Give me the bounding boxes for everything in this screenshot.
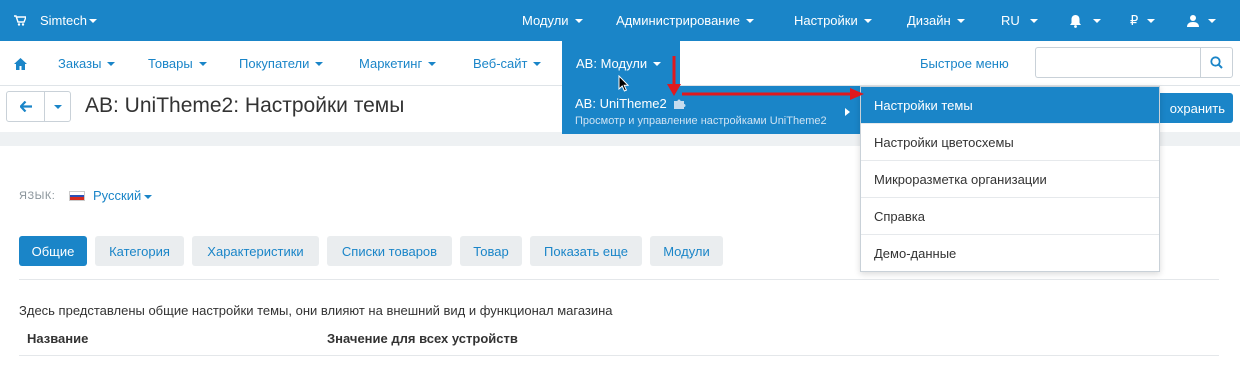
submenu-demo-data[interactable]: Демо-данные (861, 235, 1159, 272)
currency-menu[interactable]: ₽ (1130, 0, 1156, 41)
chevron-down-icon (1208, 18, 1216, 23)
chevron-down-icon (428, 61, 437, 66)
nav-marketing-label: Маркетинг (359, 56, 423, 71)
unitheme-submenu: Настройки темы Настройки цветосхемы Микр… (860, 86, 1160, 272)
tab-modules[interactable]: Модули (650, 236, 723, 266)
tab-product-lists[interactable]: Списки товаров (327, 236, 452, 266)
tab-show-more[interactable]: Показать еще (530, 236, 642, 266)
top-bar: Simtech Модули Администрирование Настрой… (0, 0, 1240, 41)
chevron-down-icon (53, 104, 62, 109)
menu-modules[interactable]: Модули (522, 0, 583, 41)
tab-product[interactable]: Товар (460, 236, 522, 266)
store-name: Simtech (40, 13, 87, 28)
mouse-cursor-icon (618, 75, 630, 92)
chevron-down-icon (107, 61, 116, 66)
nav-marketing[interactable]: Маркетинг (359, 41, 437, 86)
home-icon (14, 57, 27, 70)
russia-flag-icon (69, 191, 85, 201)
chevron-down-icon (88, 18, 97, 23)
addon-name: AB: UniTheme2 (575, 96, 667, 111)
nav-website[interactable]: Веб-сайт (473, 41, 542, 86)
menu-administration[interactable]: Администрирование (616, 0, 754, 41)
chevron-down-icon (745, 18, 754, 23)
chevron-down-icon (533, 61, 542, 66)
search-icon (1210, 56, 1223, 69)
home-link[interactable] (14, 41, 27, 86)
submenu-org-microdata[interactable]: Микроразметка организации (861, 161, 1159, 198)
store-icon[interactable] (14, 0, 26, 41)
nav-orders-label: Заказы (58, 56, 102, 71)
tab-category[interactable]: Категория (95, 236, 184, 266)
submenu-theme-settings[interactable]: Настройки темы (861, 87, 1159, 124)
chevron-down-icon (1147, 18, 1156, 23)
notifications-menu[interactable] (1069, 0, 1101, 41)
menu-settings-label: Настройки (794, 13, 858, 28)
language-label: ЯЗЫК: (19, 190, 56, 202)
puzzle-icon (674, 99, 686, 109)
unitheme-menu-item[interactable]: AB: UniTheme2 (575, 96, 686, 111)
tab-features[interactable]: Характеристики (192, 236, 319, 266)
chevron-down-icon (198, 61, 207, 66)
quick-menu-link[interactable]: Быстрое меню (920, 41, 1009, 86)
nav-products[interactable]: Товары (148, 41, 207, 86)
history-dropdown-button[interactable] (45, 92, 70, 121)
chevron-down-icon (1093, 18, 1101, 23)
menu-design[interactable]: Дизайн (907, 0, 965, 41)
user-menu[interactable] (1187, 0, 1216, 41)
nav-products-label: Товары (148, 56, 193, 71)
language-value: Русский (93, 188, 142, 203)
back-button[interactable] (7, 92, 45, 121)
chevron-right-icon (845, 108, 850, 116)
search-button[interactable] (1200, 47, 1233, 78)
column-value-header: Значение для всех устройств (327, 331, 518, 346)
user-icon (1187, 15, 1199, 27)
submenu-color-scheme[interactable]: Настройки цветосхемы (861, 124, 1159, 161)
chevron-down-icon (144, 194, 153, 199)
addon-description: Просмотр и управление настройками UniThe… (575, 115, 827, 127)
column-name-header: Название (27, 331, 89, 346)
menu-language[interactable]: RU (1001, 0, 1038, 41)
menu-administration-label: Администрирование (616, 13, 740, 28)
ab-modules-dropdown: AB: UniTheme2 Просмотр и управление наст… (562, 86, 860, 134)
chevron-down-icon (574, 18, 583, 23)
menu-modules-label: Модули (522, 13, 569, 28)
store-switcher[interactable]: Simtech (40, 0, 97, 41)
nav-customers-label: Покупатели (239, 56, 310, 71)
nav-ab-modules-label: AB: Модули (576, 56, 648, 71)
tab-general[interactable]: Общие (19, 236, 87, 266)
page-title: AB: UniTheme2: Настройки темы (85, 94, 405, 117)
settings-description: Здесь представлены общие настройки темы,… (19, 303, 613, 318)
menu-settings[interactable]: Настройки (794, 0, 872, 41)
submenu-help[interactable]: Справка (861, 198, 1159, 235)
quick-menu-label: Быстрое меню (920, 56, 1009, 71)
chevron-down-icon (956, 18, 965, 23)
chevron-down-icon (1029, 18, 1038, 23)
menu-language-label: RU (1001, 13, 1020, 28)
bell-icon (1070, 14, 1081, 28)
chevron-down-icon (863, 18, 872, 23)
chevron-down-icon (653, 61, 662, 66)
currency-symbol: ₽ (1130, 12, 1139, 28)
tabs-divider (19, 279, 1219, 280)
arrow-left-icon (19, 101, 32, 112)
nav-website-label: Веб-сайт (473, 56, 528, 71)
nav-customers[interactable]: Покупатели (239, 41, 324, 86)
search-input[interactable] (1035, 47, 1200, 78)
menu-design-label: Дизайн (907, 13, 951, 28)
back-button-group (6, 91, 71, 122)
chevron-down-icon (315, 61, 324, 66)
table-header-divider (19, 355, 1219, 356)
language-selector[interactable]: Русский (93, 188, 153, 203)
nav-orders[interactable]: Заказы (58, 41, 116, 86)
